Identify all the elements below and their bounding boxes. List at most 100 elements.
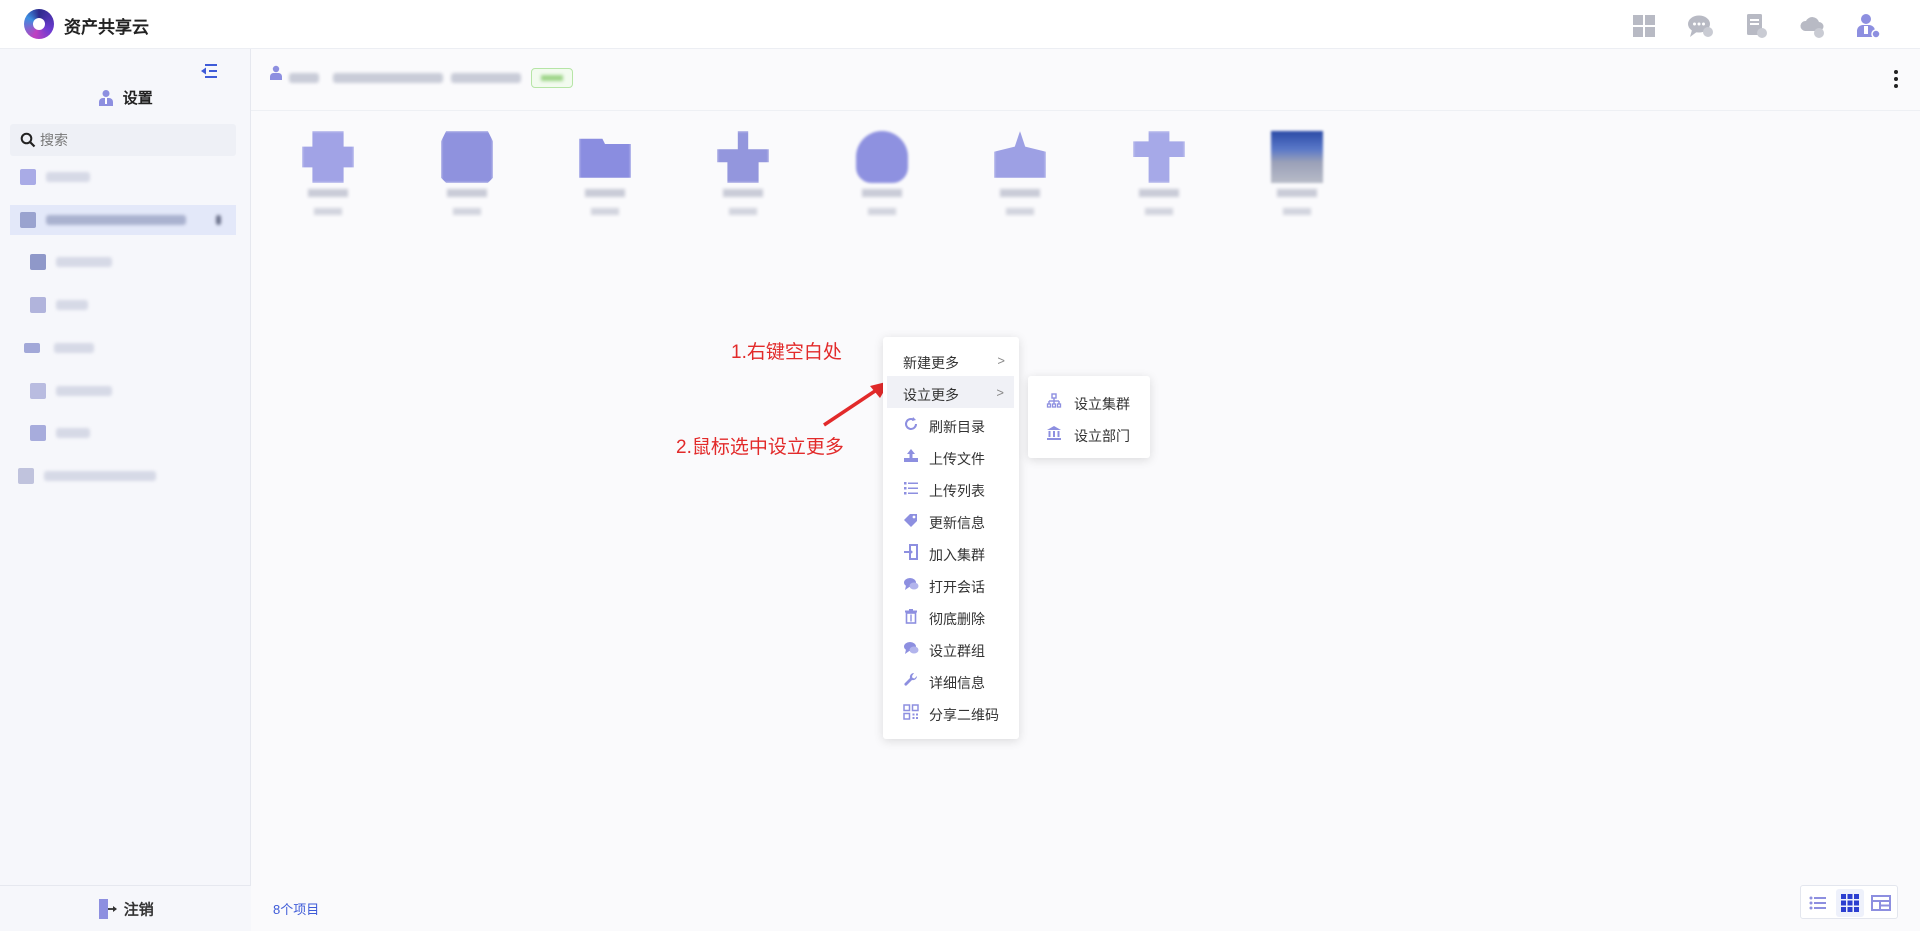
link-icon bbox=[30, 383, 46, 399]
menu-item-label: 分享二维码 bbox=[929, 707, 999, 723]
menu-item-new-more[interactable]: 新建更多 > bbox=[883, 344, 1019, 376]
logout-icon bbox=[99, 899, 118, 919]
folder-icon bbox=[20, 212, 36, 228]
logout-label: 注销 bbox=[123, 901, 154, 919]
sidebar: 设置 搜索 注销 bbox=[0, 49, 251, 931]
cluster-icon bbox=[30, 254, 46, 270]
item-thumbnail bbox=[856, 131, 908, 183]
app-logo bbox=[24, 9, 54, 39]
menu-item-upload-list[interactable]: 上传列表 bbox=[883, 472, 1019, 504]
menu-item-label: 设立更多 bbox=[903, 387, 959, 403]
annotation-arrow bbox=[823, 381, 890, 427]
grid-item[interactable] bbox=[1263, 131, 1333, 231]
dashboard-icon[interactable] bbox=[1630, 12, 1658, 40]
user-icon bbox=[20, 169, 36, 185]
collapse-sidebar-icon[interactable] bbox=[199, 62, 219, 80]
menu-item-share-qrcode[interactable]: 分享二维码 bbox=[883, 696, 1019, 728]
tree-item[interactable] bbox=[0, 418, 236, 448]
main-panel[interactable]: 8个项目 bbox=[251, 49, 1920, 931]
qrcode-icon bbox=[903, 704, 919, 720]
tree-item[interactable] bbox=[0, 247, 236, 277]
context-menu: 新建更多 > 设立更多 > 刷新目录 上传文件 上传列表 更新信息 加入集群 打… bbox=[883, 337, 1019, 739]
network-icon bbox=[18, 468, 34, 484]
chat-icon[interactable] bbox=[1686, 12, 1714, 40]
org-tree-icon bbox=[1046, 393, 1062, 408]
grid-item[interactable] bbox=[1125, 131, 1195, 231]
document-icon[interactable] bbox=[1742, 12, 1770, 40]
tree-item[interactable] bbox=[0, 162, 236, 192]
submenu-item-label: 设立部门 bbox=[1074, 428, 1130, 444]
menu-item-label: 彻底删除 bbox=[929, 611, 985, 627]
search-icon bbox=[20, 132, 36, 148]
item-thumbnail bbox=[994, 131, 1046, 178]
menu-item-details[interactable]: 详细信息 bbox=[883, 664, 1019, 696]
submenu-item-setup-department[interactable]: 设立部门 bbox=[1028, 417, 1150, 449]
menu-item-refresh[interactable]: 刷新目录 bbox=[883, 408, 1019, 440]
sidebar-header: 设置 bbox=[0, 87, 251, 108]
menu-item-setup-more[interactable]: 设立更多 > bbox=[887, 376, 1014, 408]
top-bar: 资产共享云 bbox=[0, 0, 1920, 49]
menu-item-update-info[interactable]: 更新信息 bbox=[883, 504, 1019, 536]
app-title: 资产共享云 bbox=[64, 18, 149, 37]
list-icon bbox=[904, 482, 918, 495]
item-thumbnail bbox=[441, 131, 493, 183]
menu-item-label: 上传文件 bbox=[929, 451, 985, 467]
submenu-item-label: 设立集群 bbox=[1074, 396, 1130, 412]
tree-item-selected[interactable] bbox=[10, 205, 236, 235]
menu-item-delete[interactable]: 彻底删除 bbox=[883, 600, 1019, 632]
breadcrumb bbox=[251, 49, 1920, 111]
view-switcher bbox=[1800, 885, 1898, 919]
menu-item-label: 打开会话 bbox=[929, 579, 985, 595]
group-chat-icon bbox=[904, 642, 919, 654]
search-input[interactable] bbox=[40, 128, 230, 152]
grid-item[interactable] bbox=[986, 131, 1056, 231]
more-vertical-icon[interactable] bbox=[1888, 67, 1904, 91]
submenu-item-setup-cluster[interactable]: 设立集群 bbox=[1028, 385, 1150, 417]
menu-item-open-chat[interactable]: 打开会话 bbox=[883, 568, 1019, 600]
item-thumbnail bbox=[717, 131, 769, 183]
box-icon bbox=[30, 425, 46, 441]
grid-item[interactable] bbox=[571, 131, 641, 231]
item-thumbnail bbox=[579, 138, 631, 178]
annotation-step1: 1.右键空白处 bbox=[731, 342, 842, 363]
annotation-step2: 2.鼠标选中设立更多 bbox=[676, 437, 844, 458]
status-badge bbox=[531, 68, 573, 88]
grid-item[interactable] bbox=[294, 131, 364, 231]
upload-icon bbox=[904, 449, 918, 462]
list-view-icon[interactable] bbox=[1804, 889, 1832, 917]
settings-user-icon bbox=[99, 89, 114, 106]
tag-icon bbox=[904, 514, 917, 527]
user-settings-icon[interactable] bbox=[1854, 12, 1882, 40]
join-icon bbox=[904, 544, 918, 560]
sidebar-title: 设置 bbox=[122, 90, 153, 107]
table-view-icon[interactable] bbox=[1867, 889, 1895, 917]
tree-item[interactable] bbox=[0, 376, 236, 406]
trash-icon bbox=[905, 609, 917, 624]
item-count: 8个项目 bbox=[273, 902, 320, 917]
tree-item[interactable] bbox=[0, 333, 236, 363]
menu-item-label: 刷新目录 bbox=[929, 419, 985, 435]
logout-button[interactable]: 注销 bbox=[0, 885, 251, 931]
card-icon bbox=[24, 343, 40, 353]
menu-item-setup-group[interactable]: 设立群组 bbox=[883, 632, 1019, 664]
tree-item[interactable] bbox=[0, 290, 236, 320]
grid-item[interactable] bbox=[848, 131, 918, 231]
menu-item-label: 新建更多 bbox=[903, 355, 959, 371]
submenu-setup-more: 设立集群 设立部门 bbox=[1028, 376, 1150, 458]
tree-item[interactable] bbox=[0, 461, 236, 491]
grid-item[interactable] bbox=[433, 131, 503, 231]
chevron-right-icon: > bbox=[997, 353, 1005, 368]
item-thumbnail bbox=[302, 131, 354, 183]
menu-item-upload-file[interactable]: 上传文件 bbox=[883, 440, 1019, 472]
user-icon bbox=[270, 65, 282, 80]
grid-view-icon[interactable] bbox=[1836, 889, 1864, 917]
menu-item-join-cluster[interactable]: 加入集群 bbox=[883, 536, 1019, 568]
refresh-icon bbox=[905, 417, 917, 430]
grid-item[interactable] bbox=[709, 131, 779, 231]
search-box[interactable] bbox=[10, 124, 236, 156]
item-thumbnail bbox=[1271, 131, 1323, 183]
item-thumbnail bbox=[1133, 131, 1185, 183]
cloud-icon[interactable] bbox=[1798, 12, 1826, 40]
menu-item-label: 设立群组 bbox=[929, 643, 985, 659]
bank-icon bbox=[1047, 426, 1061, 440]
